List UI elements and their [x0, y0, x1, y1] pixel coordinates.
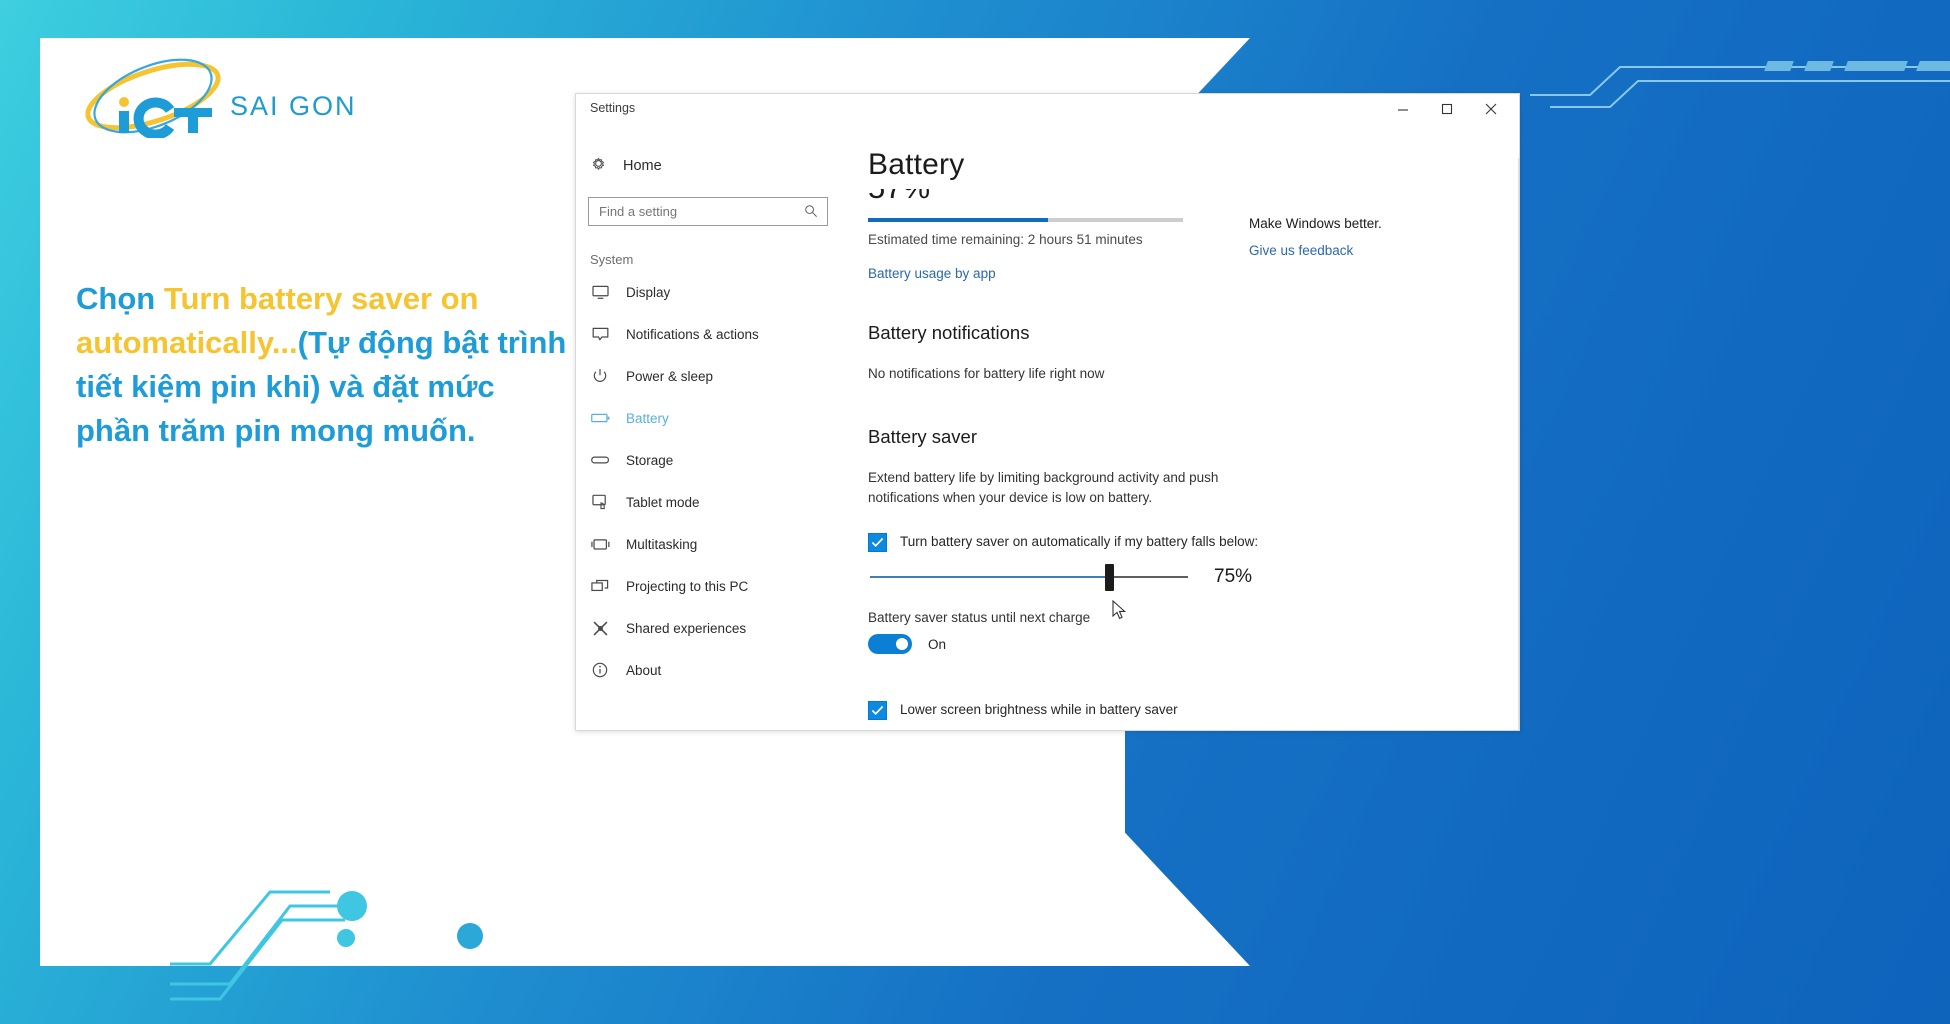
sidebar-item-label: Shared experiences: [626, 620, 747, 636]
sidebar-item-multitasking[interactable]: Multitasking: [576, 523, 848, 565]
power-icon: [590, 368, 610, 384]
mouse-cursor-icon: [1112, 600, 1127, 620]
sidebar-item-label: Storage: [626, 452, 674, 468]
sidebar-item-label: Display: [626, 284, 671, 300]
window-title: Settings: [590, 101, 636, 115]
minimize-icon: [1398, 109, 1408, 111]
monitor-icon: [590, 285, 610, 300]
project-icon: [590, 579, 610, 594]
gear-icon: [590, 155, 607, 177]
sidebar-group-header: System: [590, 252, 634, 267]
feedback-heading: Make Windows better.: [1249, 216, 1382, 231]
decorative-lines-graphic: [1530, 61, 1950, 108]
sidebar-item-label: About: [626, 662, 662, 678]
battery-level-progressbar: [868, 218, 1183, 222]
sidebar-item-projecting[interactable]: Projecting to this PC: [576, 565, 848, 607]
storage-icon: [590, 455, 610, 465]
sidebar-item-label: Notifications & actions: [626, 326, 759, 342]
settings-window: Settings Home Find a setting System Disp…: [575, 93, 1520, 731]
notification-icon: [590, 327, 610, 342]
search-icon: [804, 204, 818, 223]
sidebar-home-label: Home: [623, 158, 662, 174]
caption-lead: Chọn: [76, 281, 164, 316]
maximize-icon: [1441, 103, 1453, 115]
sidebar-item-notifications[interactable]: Notifications & actions: [576, 313, 848, 355]
window-controls: [1381, 96, 1513, 122]
battery-notifications-heading: Battery notifications: [868, 322, 1030, 343]
sidebar-item-storage[interactable]: Storage: [576, 439, 848, 481]
sidebar-item-label: Tablet mode: [626, 494, 700, 510]
sidebar-item-label: Power & sleep: [626, 368, 714, 384]
content-right-divider: [1518, 158, 1519, 730]
checkmark-icon: [871, 537, 884, 548]
battery-saver-toggle-state: On: [928, 636, 947, 652]
sidebar-item-about[interactable]: About: [576, 649, 848, 691]
slider-thumb[interactable]: [1104, 564, 1114, 591]
maximize-button[interactable]: [1425, 96, 1469, 122]
page-title: Battery: [868, 148, 965, 181]
battery-percent-readout: 57%: [868, 189, 1028, 209]
estimated-time-remaining: Estimated time remaining: 2 hours 51 min…: [868, 232, 1143, 247]
brand-logo: SAI GON: [78, 58, 378, 140]
info-icon: [590, 662, 610, 678]
circuit-node-small: [337, 929, 355, 947]
lower-brightness-label: Lower screen brightness while in battery…: [900, 702, 1178, 717]
battery-notifications-body: No notifications for battery life right …: [868, 366, 1105, 381]
sidebar-item-label: Battery: [626, 410, 669, 426]
lower-brightness-checkbox[interactable]: [868, 701, 887, 720]
feedback-panel: Make Windows better. Give us feedback: [1249, 216, 1479, 260]
close-button[interactable]: [1469, 96, 1513, 122]
close-icon: [1485, 103, 1497, 115]
search-input[interactable]: [589, 204, 794, 219]
tablet-icon: [590, 494, 610, 510]
sidebar-item-shared-experiences[interactable]: Shared experiences: [576, 607, 848, 649]
decorative-circuit-graphic: [170, 890, 483, 1001]
battery-threshold-slider[interactable]: [870, 564, 1188, 591]
minimize-button[interactable]: [1381, 96, 1425, 122]
battery-icon: [590, 412, 610, 424]
sidebar-item-tablet-mode[interactable]: Tablet mode: [576, 481, 848, 523]
auto-battery-saver-checkbox[interactable]: [868, 533, 887, 552]
sidebar-item-power-sleep[interactable]: Power & sleep: [576, 355, 848, 397]
circuit-node-large: [337, 891, 367, 921]
auto-battery-saver-checkbox-row[interactable]: Turn battery saver on automatically if m…: [868, 532, 1258, 552]
settings-sidebar: Home System Display: [576, 126, 848, 730]
battery-saver-heading: Battery saver: [868, 426, 977, 447]
logo-wordmark: SAI GON: [230, 91, 357, 121]
sidebar-item-display[interactable]: Display: [576, 271, 848, 313]
give-feedback-link[interactable]: Give us feedback: [1249, 243, 1353, 258]
battery-saver-toggle[interactable]: [868, 634, 912, 654]
slider-value-label: 75%: [1214, 566, 1253, 587]
battery-saver-description: Extend battery life by limiting backgrou…: [868, 470, 1219, 505]
battery-saver-status-label: Battery saver status until next charge: [868, 610, 1091, 625]
auto-battery-saver-label: Turn battery saver on automatically if m…: [900, 534, 1259, 549]
settings-content: Battery 57% Estimated time remaining: 2 …: [848, 126, 1519, 730]
checkmark-icon: [871, 705, 884, 716]
sidebar-item-label: Multitasking: [626, 536, 698, 552]
battery-usage-by-app-link[interactable]: Battery usage by app: [868, 266, 996, 281]
battery-saver-toggle-row[interactable]: On: [868, 634, 946, 654]
circuit-node-right: [457, 923, 483, 949]
multitasking-icon: [590, 538, 610, 551]
share-icon: [590, 620, 610, 637]
sidebar-item-battery[interactable]: Battery: [576, 397, 848, 439]
instruction-caption: Chọn Turn battery saver on automatically…: [76, 277, 576, 453]
lower-brightness-checkbox-row[interactable]: Lower screen brightness while in battery…: [868, 700, 1178, 720]
battery-threshold-slider-row[interactable]: 75%: [870, 564, 1253, 620]
search-setting-box[interactable]: [588, 197, 828, 226]
sidebar-item-label: Projecting to this PC: [626, 578, 749, 594]
sidebar-item-home[interactable]: Home: [576, 149, 848, 183]
